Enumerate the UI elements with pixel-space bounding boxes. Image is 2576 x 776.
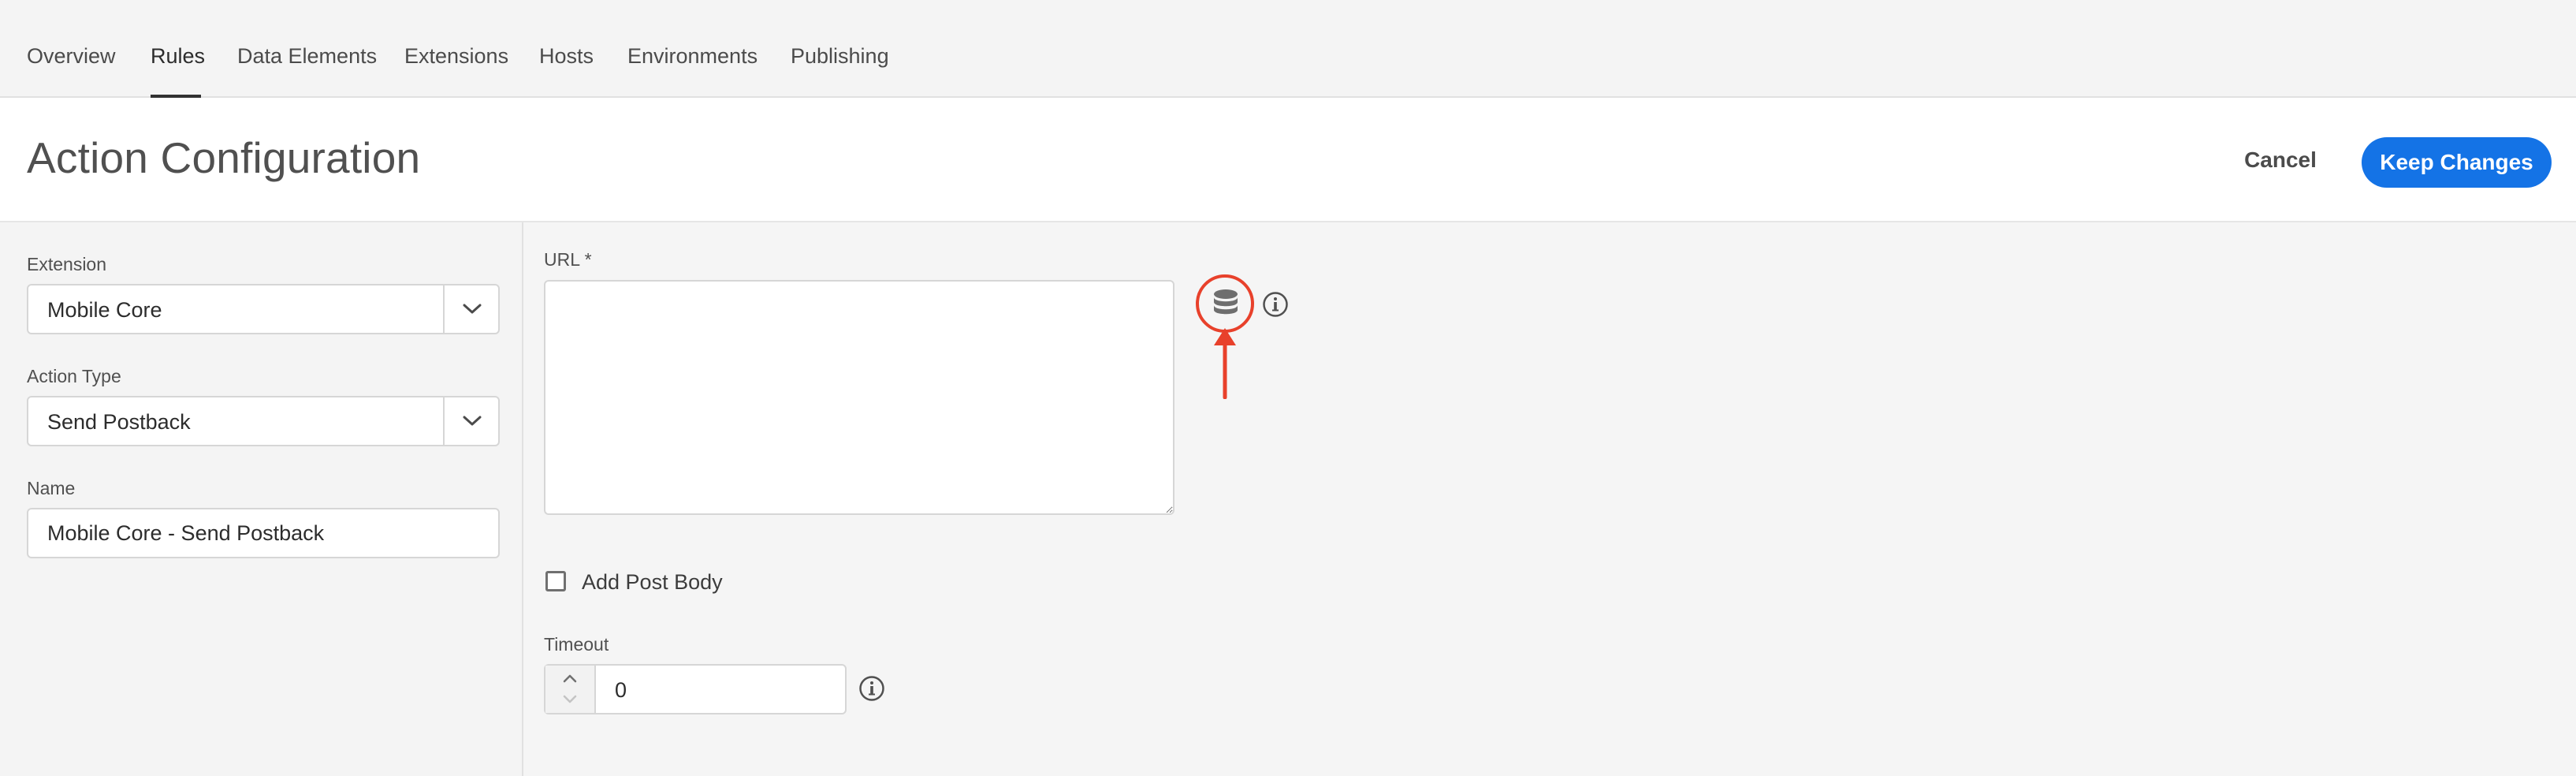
cancel-button[interactable]: Cancel [2237, 139, 2324, 181]
chevron-down-icon[interactable] [545, 689, 594, 713]
name-input[interactable] [27, 508, 500, 558]
database-icon[interactable] [1210, 287, 1241, 320]
required-mark: * [584, 249, 592, 270]
chevron-down-icon[interactable] [445, 397, 500, 445]
page-header: Action Configuration Cancel Keep Changes [0, 98, 2576, 222]
url-label: URL * [544, 249, 592, 270]
left-panel: Extension Mobile Core Action Type Send P… [0, 222, 523, 776]
extension-label: Extension [27, 254, 107, 274]
tab-hosts[interactable]: Hosts [539, 44, 594, 69]
tab-environments[interactable]: Environments [627, 44, 758, 69]
annotation-arrow [1214, 328, 1236, 399]
action-type-label: Action Type [27, 366, 121, 386]
stepper-arrows [545, 666, 596, 713]
url-textarea[interactable] [544, 280, 1174, 515]
tab-data-elements[interactable]: Data Elements [237, 44, 377, 69]
url-label-text: URL [544, 249, 580, 270]
extension-value: Mobile Core [47, 298, 162, 322]
timeout-value[interactable]: 0 [615, 678, 627, 703]
tab-rules[interactable]: Rules [151, 44, 205, 69]
page-title: Action Configuration [27, 133, 421, 182]
tab-publishing[interactable]: Publishing [791, 44, 889, 69]
timeout-stepper[interactable]: 0 [544, 664, 847, 714]
extension-select[interactable]: Mobile Core [27, 284, 500, 334]
add-post-body-label[interactable]: Add Post Body [582, 570, 723, 595]
chevron-down-icon[interactable] [445, 285, 500, 333]
tab-overview[interactable]: Overview [27, 44, 116, 69]
action-type-select[interactable]: Send Postback [27, 396, 500, 446]
name-label: Name [27, 478, 76, 498]
info-icon[interactable] [1262, 291, 1289, 318]
add-post-body-checkbox[interactable] [545, 571, 566, 591]
action-type-value: Send Postback [47, 410, 191, 434]
tab-extensions[interactable]: Extensions [404, 44, 508, 69]
top-navigation: Overview Rules Data Elements Extensions … [0, 0, 2576, 98]
info-icon[interactable] [858, 675, 885, 702]
keep-changes-button[interactable]: Keep Changes [2362, 137, 2552, 188]
timeout-label: Timeout [544, 634, 609, 655]
chevron-up-icon[interactable] [545, 666, 594, 689]
